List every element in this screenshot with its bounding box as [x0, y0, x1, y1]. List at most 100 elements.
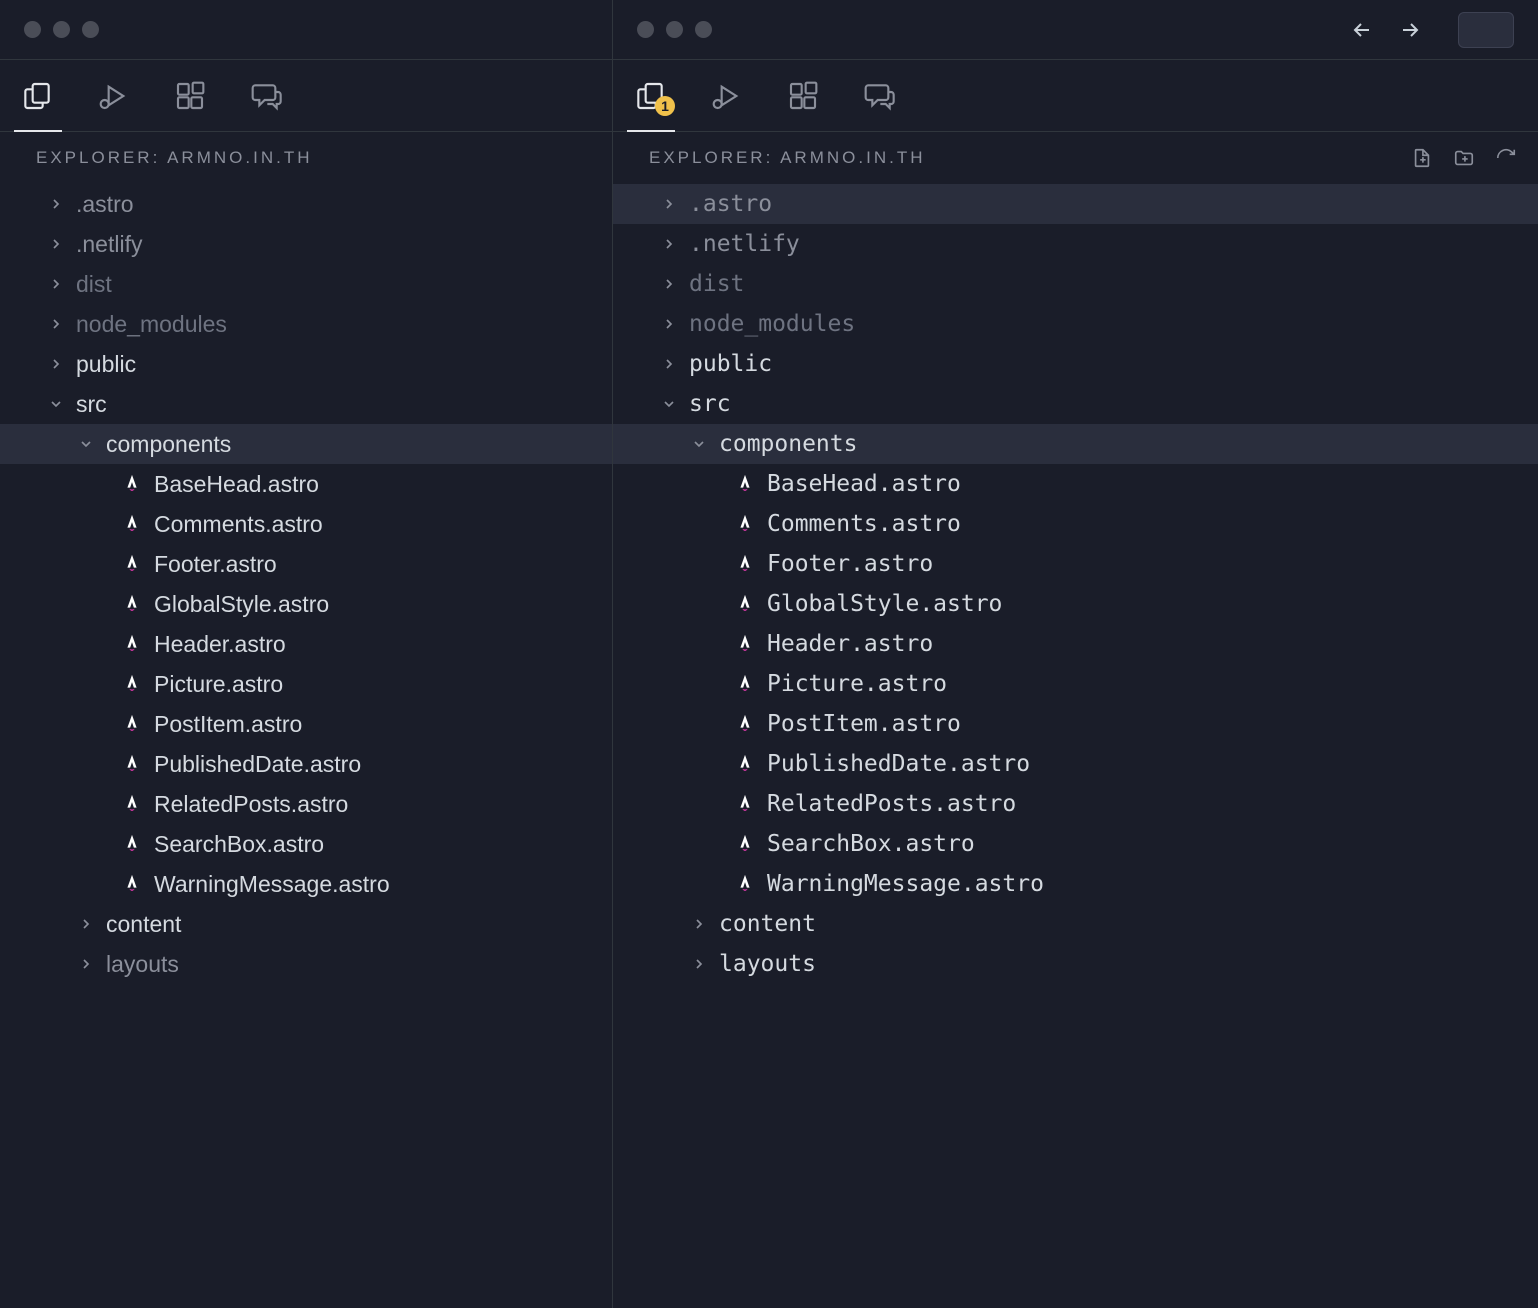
folder-row[interactable]: node_modules [613, 304, 1538, 344]
folder-row[interactable]: public [613, 344, 1538, 384]
zoom-window-dot[interactable] [82, 21, 99, 38]
folder-label: public [76, 351, 136, 378]
extensions-tab-icon[interactable] [172, 78, 208, 114]
file-row[interactable]: RelatedPosts.astro [0, 784, 612, 824]
folder-row[interactable]: .astro [0, 184, 612, 224]
chevron-right-icon[interactable] [76, 956, 96, 972]
explorer-tab-icon[interactable] [20, 78, 56, 114]
folder-row[interactable]: src [0, 384, 612, 424]
file-row[interactable]: WarningMessage.astro [613, 864, 1538, 904]
chevron-right-icon[interactable] [76, 916, 96, 932]
chevron-right-icon[interactable] [689, 956, 709, 972]
explorer-header: EXPLORER: ARMNO.IN.TH [0, 132, 612, 184]
folder-row[interactable]: content [0, 904, 612, 944]
traffic-lights [24, 21, 99, 38]
file-row[interactable]: Header.astro [0, 624, 612, 664]
folder-row[interactable]: .netlify [613, 224, 1538, 264]
nav-back-icon[interactable] [1350, 18, 1374, 42]
astro-file-icon [120, 792, 144, 816]
nav-forward-icon[interactable] [1398, 18, 1422, 42]
folder-row[interactable]: .astro [613, 184, 1538, 224]
activity-bar: 1 [613, 60, 1538, 132]
folder-row[interactable]: public [0, 344, 612, 384]
folder-row[interactable]: layouts [0, 944, 612, 984]
close-window-dot[interactable] [637, 21, 654, 38]
chevron-right-icon[interactable] [659, 356, 679, 372]
file-row[interactable]: BaseHead.astro [0, 464, 612, 504]
file-label: GlobalStyle.astro [767, 591, 1002, 617]
folder-label: content [106, 911, 181, 938]
command-center-input[interactable] [1458, 12, 1514, 48]
chat-tab-icon[interactable] [248, 78, 284, 114]
astro-file-icon [120, 872, 144, 896]
chevron-down-icon[interactable] [76, 436, 96, 452]
chevron-down-icon[interactable] [46, 396, 66, 412]
file-label: BaseHead.astro [767, 471, 961, 497]
astro-file-icon [120, 832, 144, 856]
astro-file-icon [120, 592, 144, 616]
chevron-right-icon[interactable] [46, 356, 66, 372]
file-row[interactable]: Picture.astro [613, 664, 1538, 704]
folder-row[interactable]: components [0, 424, 612, 464]
astro-file-icon [120, 712, 144, 736]
file-label: Footer.astro [767, 551, 933, 577]
explorer-tab-icon[interactable]: 1 [633, 78, 669, 114]
file-label: PublishedDate.astro [154, 751, 361, 778]
file-row[interactable]: PublishedDate.astro [0, 744, 612, 784]
file-row[interactable]: WarningMessage.astro [0, 864, 612, 904]
file-row[interactable]: PostItem.astro [613, 704, 1538, 744]
chevron-right-icon[interactable] [46, 236, 66, 252]
file-row[interactable]: Comments.astro [0, 504, 612, 544]
file-row[interactable]: PostItem.astro [0, 704, 612, 744]
chevron-down-icon[interactable] [659, 396, 679, 412]
file-row[interactable]: Footer.astro [0, 544, 612, 584]
new-file-icon[interactable] [1410, 146, 1434, 170]
chevron-down-icon[interactable] [689, 436, 709, 452]
chevron-right-icon[interactable] [46, 276, 66, 292]
extensions-tab-icon[interactable] [785, 78, 821, 114]
folder-row[interactable]: components [613, 424, 1538, 464]
chevron-right-icon[interactable] [659, 316, 679, 332]
file-row[interactable]: GlobalStyle.astro [613, 584, 1538, 624]
chevron-right-icon[interactable] [659, 276, 679, 292]
file-row[interactable]: Footer.astro [613, 544, 1538, 584]
file-row[interactable]: SearchBox.astro [0, 824, 612, 864]
folder-row[interactable]: layouts [613, 944, 1538, 984]
run-debug-tab-icon[interactable] [709, 78, 745, 114]
file-row[interactable]: BaseHead.astro [613, 464, 1538, 504]
run-debug-tab-icon[interactable] [96, 78, 132, 114]
new-folder-icon[interactable] [1452, 146, 1476, 170]
chevron-right-icon[interactable] [659, 236, 679, 252]
editor-pane-right: 1 EXPLORER: ARMNO.IN.TH [613, 0, 1538, 1308]
file-row[interactable]: SearchBox.astro [613, 824, 1538, 864]
minimize-window-dot[interactable] [666, 21, 683, 38]
astro-file-icon [733, 872, 757, 896]
close-window-dot[interactable] [24, 21, 41, 38]
file-label: Picture.astro [154, 671, 283, 698]
refresh-icon[interactable] [1494, 146, 1518, 170]
chevron-right-icon[interactable] [46, 316, 66, 332]
folder-row[interactable]: src [613, 384, 1538, 424]
file-row[interactable]: Comments.astro [613, 504, 1538, 544]
chevron-right-icon[interactable] [46, 196, 66, 212]
astro-file-icon [733, 472, 757, 496]
file-label: WarningMessage.astro [767, 871, 1044, 897]
file-row[interactable]: PublishedDate.astro [613, 744, 1538, 784]
folder-row[interactable]: dist [613, 264, 1538, 304]
zoom-window-dot[interactable] [695, 21, 712, 38]
chat-tab-icon[interactable] [861, 78, 897, 114]
astro-file-icon [120, 512, 144, 536]
file-label: SearchBox.astro [767, 831, 975, 857]
chevron-right-icon[interactable] [659, 196, 679, 212]
minimize-window-dot[interactable] [53, 21, 70, 38]
file-row[interactable]: Picture.astro [0, 664, 612, 704]
folder-row[interactable]: node_modules [0, 304, 612, 344]
file-row[interactable]: RelatedPosts.astro [613, 784, 1538, 824]
folder-row[interactable]: .netlify [0, 224, 612, 264]
file-label: Header.astro [154, 631, 286, 658]
file-row[interactable]: GlobalStyle.astro [0, 584, 612, 624]
chevron-right-icon[interactable] [689, 916, 709, 932]
folder-row[interactable]: content [613, 904, 1538, 944]
folder-row[interactable]: dist [0, 264, 612, 304]
file-row[interactable]: Header.astro [613, 624, 1538, 664]
